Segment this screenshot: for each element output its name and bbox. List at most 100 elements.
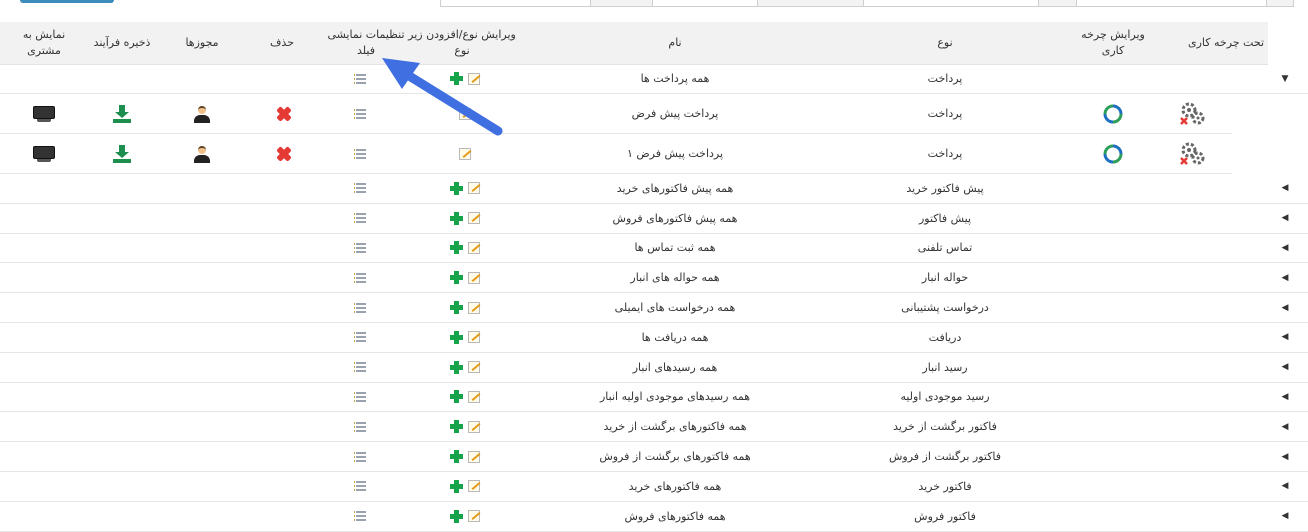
- filter-field[interactable]: [1076, 0, 1268, 7]
- field-settings-icon[interactable]: [353, 242, 367, 254]
- col-name[interactable]: نام: [570, 22, 780, 64]
- field-settings-icon[interactable]: [353, 148, 367, 160]
- col-under-workflow[interactable]: تحت چرخه کاری: [1166, 22, 1286, 64]
- field-settings-icon[interactable]: [353, 73, 367, 85]
- table-row[interactable]: همه حواله های انبار حواله انبار ◀: [0, 263, 1308, 294]
- field-settings-icon[interactable]: [353, 108, 367, 120]
- edit-icon[interactable]: [468, 182, 480, 195]
- caret-down-icon[interactable]: ▼: [1280, 64, 1290, 93]
- caret-left-icon[interactable]: ◀: [1280, 502, 1290, 531]
- gears-icon[interactable]: [1178, 100, 1206, 128]
- filter-field[interactable]: [440, 0, 592, 7]
- add-subtype-icon[interactable]: [450, 450, 463, 464]
- edit-icon[interactable]: [459, 107, 471, 120]
- table-row-child[interactable]: پرداخت پیش فرض ۱ پرداخت: [0, 134, 1232, 174]
- table-row[interactable]: همه فاکتورهای برگشت از فروش فاکتور برگشت …: [0, 442, 1308, 472]
- table-row[interactable]: همه درخواست های ایمیلی درخواست پشتیبانی ◀: [0, 293, 1308, 323]
- field-settings-icon[interactable]: [353, 480, 367, 492]
- add-subtype-icon[interactable]: [450, 72, 463, 85]
- add-subtype-icon[interactable]: [450, 181, 463, 195]
- caret-left-icon[interactable]: ◀: [1280, 204, 1290, 233]
- col-save-process[interactable]: ذخیره فرآیند: [88, 22, 156, 64]
- table-row[interactable]: همه دریافت ها دریافت ◀: [0, 323, 1308, 353]
- user-icon[interactable]: [193, 145, 211, 163]
- field-settings-icon[interactable]: [353, 451, 367, 463]
- caret-left-icon[interactable]: ◀: [1280, 323, 1290, 352]
- edit-icon[interactable]: [468, 241, 480, 254]
- edit-icon[interactable]: [468, 390, 480, 403]
- edit-icon[interactable]: [468, 510, 480, 523]
- edit-icon[interactable]: [468, 212, 480, 225]
- add-subtype-icon[interactable]: [450, 241, 463, 255]
- add-subtype-icon[interactable]: [450, 390, 463, 404]
- caret-left-icon[interactable]: ◀: [1280, 442, 1290, 471]
- caret-left-icon[interactable]: ◀: [1280, 412, 1290, 441]
- table-row[interactable]: همه پیش فاکتورهای خرید پیش فاکتور خرید ◀: [0, 174, 1308, 204]
- monitor-icon[interactable]: [33, 105, 55, 122]
- field-settings-icon[interactable]: [353, 391, 367, 403]
- field-settings-icon[interactable]: [353, 182, 367, 194]
- edit-icon[interactable]: [468, 450, 480, 463]
- workflow-cycle-icon[interactable]: [1101, 102, 1125, 126]
- col-type[interactable]: نوع: [860, 22, 1030, 64]
- col-customer-display[interactable]: نمایش به مشتری: [14, 22, 74, 64]
- field-settings-icon[interactable]: [353, 421, 367, 433]
- table-row[interactable]: همه رسیدهای انبار رسید انبار ◀: [0, 353, 1308, 383]
- caret-left-icon[interactable]: ◀: [1280, 234, 1290, 263]
- add-subtype-icon[interactable]: [450, 271, 463, 285]
- filter-field[interactable]: [652, 0, 759, 7]
- edit-icon[interactable]: [468, 301, 480, 314]
- add-subtype-icon[interactable]: [450, 301, 463, 315]
- delete-icon[interactable]: [275, 145, 293, 163]
- edit-icon[interactable]: [468, 361, 480, 374]
- download-icon[interactable]: [113, 104, 131, 123]
- gears-icon[interactable]: [1178, 140, 1206, 168]
- filter-field[interactable]: [1038, 0, 1078, 7]
- caret-left-icon[interactable]: ◀: [1280, 263, 1290, 292]
- add-subtype-icon[interactable]: [450, 509, 463, 523]
- field-settings-icon[interactable]: [353, 510, 367, 522]
- delete-icon[interactable]: [275, 105, 293, 123]
- edit-icon[interactable]: [468, 72, 480, 85]
- primary-button[interactable]: [20, 0, 114, 3]
- field-settings-icon[interactable]: [353, 302, 367, 314]
- field-settings-icon[interactable]: [353, 212, 367, 224]
- table-row[interactable]: همه پیش فاکتورهای فروش پیش فاکتور ◀: [0, 204, 1308, 234]
- workflow-cycle-icon[interactable]: [1101, 142, 1125, 166]
- edit-icon[interactable]: [468, 271, 480, 284]
- filter-field[interactable]: [757, 0, 865, 7]
- field-settings-icon[interactable]: [353, 361, 367, 373]
- caret-left-icon[interactable]: ◀: [1280, 293, 1290, 322]
- col-edit-type[interactable]: ویرایش نوع/افزودن زیر نوع: [408, 22, 516, 64]
- table-row[interactable]: همه رسیدهای موجودی اولیه انبار رسید موجود…: [0, 383, 1308, 413]
- table-row[interactable]: همه فاکتورهای برگشت از خرید فاکتور برگشت …: [0, 412, 1308, 443]
- add-subtype-icon[interactable]: [450, 211, 463, 225]
- edit-icon[interactable]: [468, 331, 480, 344]
- table-row[interactable]: همه فاکتورهای خرید فاکتور خرید ◀: [0, 472, 1308, 502]
- filter-field[interactable]: [1266, 0, 1294, 7]
- caret-left-icon[interactable]: ◀: [1280, 353, 1290, 382]
- col-field-display-settings[interactable]: تنظیمات نمایشی فیلد: [326, 22, 406, 64]
- table-row[interactable]: همه فاکتورهای فروش فاکتور فروش ◀: [0, 502, 1308, 532]
- filter-field[interactable]: [590, 0, 654, 7]
- add-subtype-icon[interactable]: [450, 330, 463, 344]
- table-row-parent[interactable]: همه پرداخت ها پرداخت ▼: [0, 64, 1308, 94]
- caret-left-icon[interactable]: ◀: [1280, 383, 1290, 412]
- col-delete[interactable]: حذف: [256, 22, 308, 64]
- field-settings-icon[interactable]: [353, 331, 367, 343]
- col-permissions[interactable]: مجوزها: [174, 22, 230, 64]
- add-subtype-icon[interactable]: [450, 479, 463, 493]
- add-subtype-icon[interactable]: [450, 360, 463, 374]
- table-row[interactable]: همه ثبت تماس ها تماس تلفنی ◀: [0, 234, 1308, 264]
- monitor-icon[interactable]: [33, 145, 55, 162]
- field-settings-icon[interactable]: [353, 272, 367, 284]
- filter-field[interactable]: [863, 0, 1040, 7]
- caret-left-icon[interactable]: ◀: [1280, 472, 1290, 501]
- user-icon[interactable]: [193, 105, 211, 123]
- caret-left-icon[interactable]: ◀: [1280, 174, 1290, 203]
- edit-icon[interactable]: [459, 147, 471, 160]
- col-edit-workflow[interactable]: ویرایش چرخه کاری: [1078, 22, 1148, 64]
- table-row-child[interactable]: پرداخت پیش فرض پرداخت: [0, 94, 1232, 134]
- edit-icon[interactable]: [468, 480, 480, 493]
- download-icon[interactable]: [113, 144, 131, 163]
